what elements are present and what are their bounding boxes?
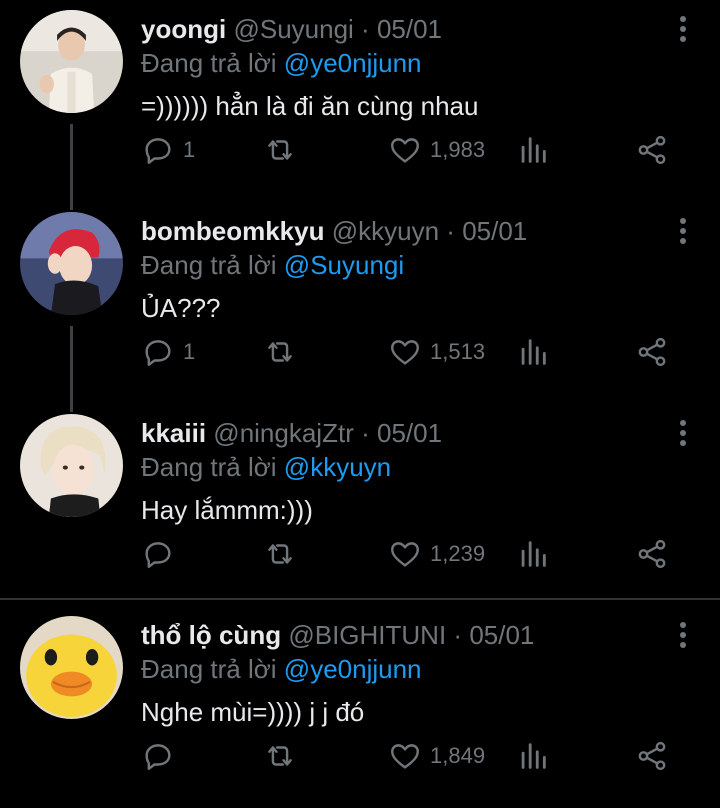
share-button[interactable]: [635, 736, 669, 776]
display-name[interactable]: yoongi: [141, 14, 226, 44]
retweet-icon: [268, 342, 292, 362]
reply-count: 1: [183, 137, 196, 162]
retweet-button[interactable]: [263, 534, 297, 574]
tweet[interactable]: thổ lộ cùng @BIGHITUNI · 05/01 Đang trả …: [0, 606, 720, 808]
analytics-button[interactable]: [516, 736, 550, 776]
reply-button[interactable]: 1: [141, 332, 195, 372]
replying-to-label: Đang trả lời: [141, 452, 277, 482]
share-button[interactable]: [635, 332, 669, 372]
separator: ·: [361, 418, 370, 448]
analytics-icon: [521, 743, 546, 769]
like-count: 1,849: [430, 743, 486, 768]
separator: ·: [446, 216, 455, 246]
like-count: 1,513: [430, 339, 486, 364]
more-options-icon[interactable]: [678, 420, 688, 450]
reply-button[interactable]: 1: [141, 130, 195, 170]
share-icon: [638, 539, 666, 569]
retweet-icon: [268, 746, 292, 766]
tweet-date[interactable]: 05/01: [469, 620, 534, 650]
analytics-button[interactable]: [516, 534, 550, 574]
display-name[interactable]: bombeomkkyu: [141, 216, 325, 246]
like-icon: [391, 138, 419, 163]
like-icon: [391, 744, 419, 769]
tweet-text: =)))))) hẳn là đi ăn cùng nhau: [141, 91, 479, 121]
tweet-header: kkaiii @ningkajZtr · 05/01: [141, 418, 442, 448]
retweet-icon: [268, 140, 292, 160]
reply-count: 1: [183, 339, 196, 364]
reply-icon: [145, 340, 171, 366]
like-count: 1,239: [430, 541, 486, 566]
retweet-button[interactable]: [263, 736, 297, 776]
analytics-icon: [521, 339, 546, 365]
tweet-date[interactable]: 05/01: [377, 418, 442, 448]
tweet[interactable]: yoongi @Suyungi · 05/01 Đang trả lời @ye…: [0, 0, 720, 202]
analytics-button[interactable]: [516, 130, 550, 170]
more-options-icon[interactable]: [678, 16, 688, 46]
username[interactable]: @ningkajZtr: [213, 418, 354, 448]
tweet[interactable]: kkaiii @ningkajZtr · 05/01 Đang trả lời …: [0, 404, 720, 606]
like-count: 1,983: [430, 137, 486, 162]
tweet-date[interactable]: 05/01: [462, 216, 527, 246]
username[interactable]: @Suyungi: [233, 14, 353, 44]
retweet-icon: [268, 544, 292, 564]
tweet-date[interactable]: 05/01: [377, 14, 442, 44]
avatar[interactable]: [20, 212, 123, 315]
tweet-header: thổ lộ cùng @BIGHITUNI · 05/01: [141, 620, 534, 650]
avatar[interactable]: [20, 616, 123, 719]
like-button[interactable]: 1,849: [388, 736, 485, 776]
reply-icon: [145, 744, 171, 770]
replying-to: Đang trả lời @ye0njjunn: [141, 48, 422, 78]
separator: ·: [453, 620, 463, 650]
username[interactable]: @kkyuyn: [332, 216, 439, 246]
tweet-header: yoongi @Suyungi · 05/01: [141, 14, 442, 44]
mention-link[interactable]: @ye0njjunn: [284, 654, 422, 684]
reply-button[interactable]: [141, 736, 183, 776]
avatar[interactable]: [20, 414, 123, 517]
action-bar: 1,849: [0, 736, 720, 776]
tweet[interactable]: bombeomkkyu @kkyuyn · 05/01 Đang trả lời…: [0, 202, 720, 404]
tweet-header: bombeomkkyu @kkyuyn · 05/01: [141, 216, 527, 246]
replying-to-label: Đang trả lời: [141, 654, 277, 684]
retweet-button[interactable]: [263, 332, 297, 372]
tweet-text: ỦA???: [141, 293, 221, 323]
display-name[interactable]: thổ lộ cùng: [141, 620, 281, 650]
like-icon: [391, 340, 419, 365]
like-button[interactable]: 1,239: [388, 534, 485, 574]
display-name[interactable]: kkaiii: [141, 418, 206, 448]
separator: ·: [361, 14, 370, 44]
tweet-text: Hay lắmmm:))): [141, 495, 313, 525]
like-button[interactable]: 1,513: [388, 332, 485, 372]
like-button[interactable]: 1,983: [388, 130, 485, 170]
retweet-button[interactable]: [263, 130, 297, 170]
mention-link[interactable]: @ye0njjunn: [284, 48, 422, 78]
analytics-icon: [521, 137, 546, 163]
replying-to: Đang trả lời @kkyuyn: [141, 452, 391, 482]
reply-icon: [145, 138, 171, 164]
analytics-button[interactable]: [516, 332, 550, 372]
more-options-icon[interactable]: [678, 218, 688, 248]
replying-to: Đang trả lời @ye0njjunn: [141, 654, 422, 684]
replying-to-label: Đang trả lời: [141, 48, 277, 78]
replying-to: Đang trả lời @Suyungi: [141, 250, 404, 280]
share-icon: [638, 135, 666, 165]
reply-icon: [145, 542, 171, 568]
analytics-icon: [521, 541, 546, 567]
like-icon: [391, 542, 419, 567]
avatar[interactable]: [20, 10, 123, 113]
username[interactable]: @BIGHITUNI: [288, 620, 446, 650]
mention-link[interactable]: @Suyungi: [284, 250, 404, 280]
divider: [0, 598, 720, 600]
action-bar: 1 1,983: [0, 130, 720, 170]
more-options-icon[interactable]: [678, 622, 688, 652]
share-button[interactable]: [635, 534, 669, 574]
action-bar: 1,239: [0, 534, 720, 574]
share-icon: [638, 741, 666, 771]
action-bar: 1 1,513: [0, 332, 720, 372]
replying-to-label: Đang trả lời: [141, 250, 277, 280]
share-button[interactable]: [635, 130, 669, 170]
share-icon: [638, 337, 666, 367]
reply-button[interactable]: [141, 534, 183, 574]
tweet-text: Nghe mùi=)))) j j đó: [141, 697, 365, 727]
mention-link[interactable]: @kkyuyn: [284, 452, 391, 482]
